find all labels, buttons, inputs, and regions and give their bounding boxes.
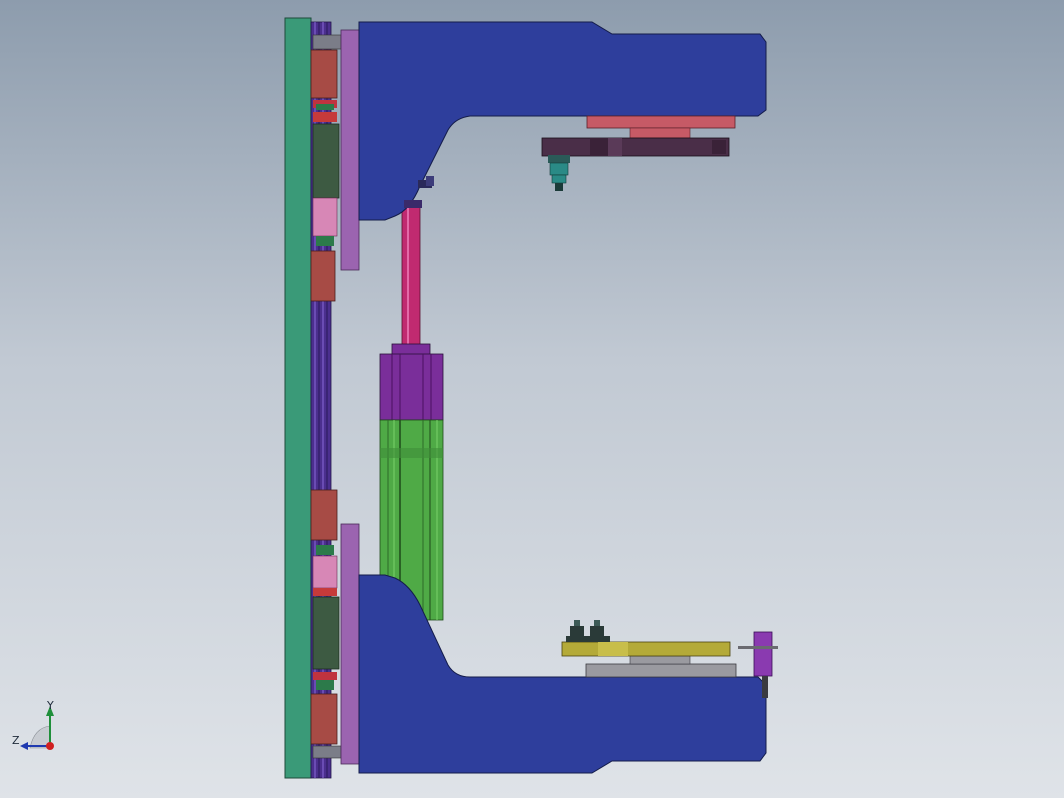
clamp-knobs	[566, 620, 610, 642]
upper-tooling	[541, 115, 736, 157]
upper-carriage	[310, 34, 342, 302]
z-axis-label: Z	[12, 734, 20, 747]
lower-carriage	[310, 489, 342, 759]
upper-spacer-plate	[340, 29, 360, 271]
piston-rod	[401, 204, 421, 351]
cylinder-head	[379, 343, 444, 421]
lower-spacer-plate	[340, 523, 360, 765]
cad-viewport[interactable]: Y Z	[0, 0, 1064, 798]
y-axis-label: Y	[47, 699, 54, 712]
nozzle	[548, 155, 570, 191]
back-plate	[284, 17, 312, 779]
press-assembly-model[interactable]	[0, 0, 1064, 798]
lower-tooling	[561, 641, 737, 678]
axis-triad	[20, 706, 54, 750]
